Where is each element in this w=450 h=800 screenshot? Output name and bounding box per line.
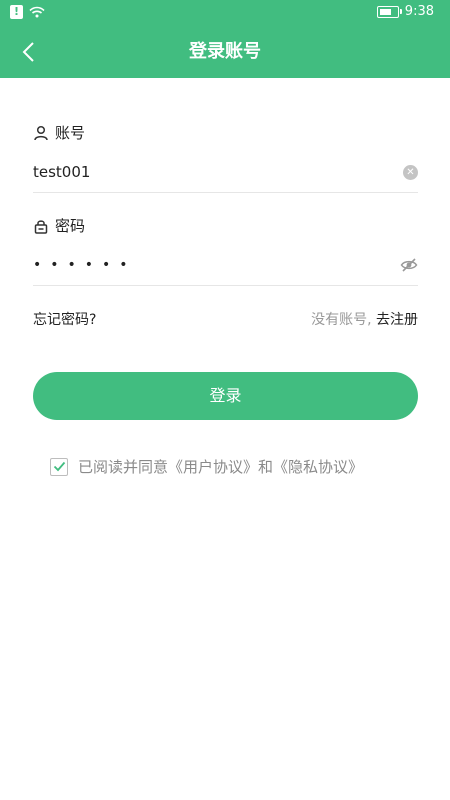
login-button[interactable]: 登录 xyxy=(33,372,418,420)
account-field: ✕ xyxy=(33,152,418,193)
status-bar: ! 9:38 xyxy=(0,0,450,26)
agreement-checkbox[interactable] xyxy=(50,457,68,476)
auth-links: 忘记密码? 没有账号, 去注册 xyxy=(33,306,418,330)
page-title: 登录账号 xyxy=(189,41,261,62)
agreement-connector: 和 xyxy=(258,458,274,476)
nav-bar: 登录账号 xyxy=(0,26,450,78)
password-field: •••••• xyxy=(33,245,418,286)
agreement-row: 已阅读并同意 《用户协议》 和 《隐私协议》 xyxy=(50,456,363,477)
account-input[interactable] xyxy=(33,157,403,187)
lock-icon xyxy=(34,219,48,234)
account-label: 账号 xyxy=(33,122,85,143)
status-left: ! xyxy=(10,5,45,19)
check-icon xyxy=(53,461,65,472)
agreement-text: 已阅读并同意 《用户协议》 和 《隐私协议》 xyxy=(78,456,363,477)
account-label-text: 账号 xyxy=(55,124,86,142)
user-agreement-link[interactable]: 《用户协议》 xyxy=(168,456,258,477)
status-right: 9:38 xyxy=(376,4,434,19)
forgot-password-link[interactable]: 忘记密码? xyxy=(33,309,96,329)
wifi-icon xyxy=(29,6,45,18)
register-link[interactable]: 去注册 xyxy=(376,312,418,328)
register-area: 没有账号, 去注册 xyxy=(311,309,418,329)
battery-icon xyxy=(376,5,402,18)
password-label-text: 密码 xyxy=(55,217,86,235)
privacy-policy-link[interactable]: 《隐私协议》 xyxy=(273,456,363,477)
alert-icon: ! xyxy=(10,5,23,19)
user-icon xyxy=(34,125,48,140)
password-input[interactable]: •••••• xyxy=(33,257,400,273)
agreement-prefix: 已阅读并同意 xyxy=(78,458,169,476)
no-account-text: 没有账号, xyxy=(311,312,372,328)
password-label: 密码 xyxy=(33,215,85,236)
close-icon[interactable]: ✕ xyxy=(403,164,418,180)
status-time: 9:38 xyxy=(404,4,434,19)
eye-off-icon[interactable] xyxy=(400,256,418,274)
